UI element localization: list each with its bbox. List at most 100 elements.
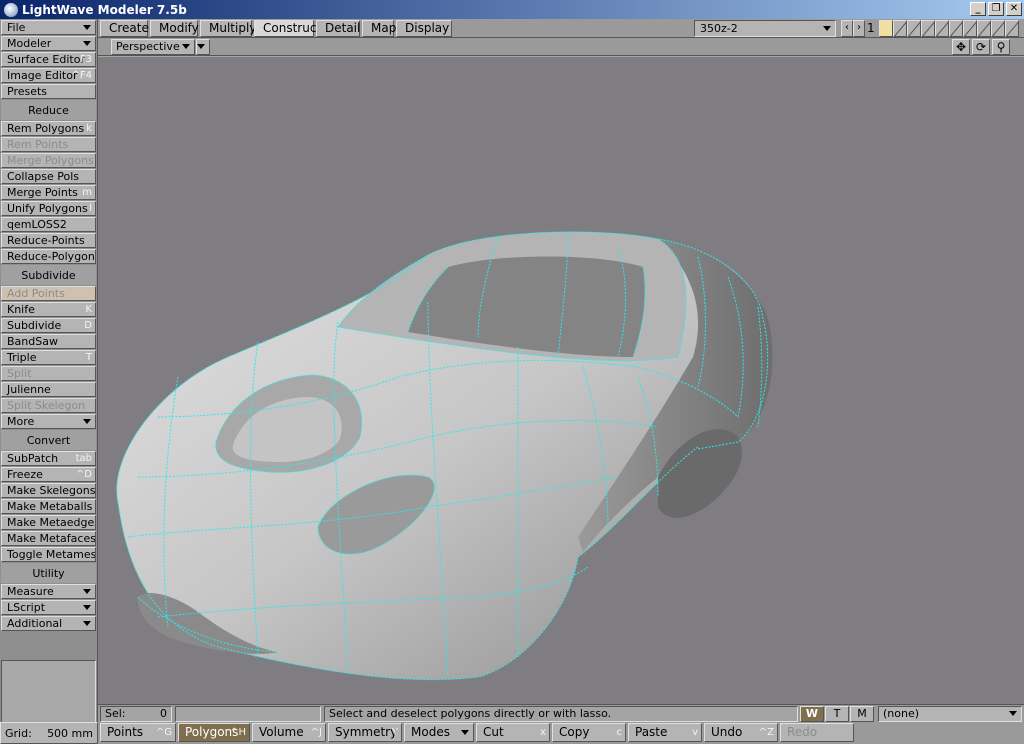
window-title: LightWave Modeler 7.5b [22,2,187,17]
rotate-view-icon[interactable]: ⟳ [972,39,990,55]
tab-detail[interactable]: Detail [316,20,360,37]
volume-mode-button[interactable]: Volume ^J [252,723,326,742]
more-menu[interactable]: More [1,414,96,429]
status-bar: Sel: 0 Select and deselect polygons dire… [98,704,1024,722]
tab-modify[interactable]: Modify [150,20,199,37]
layer-button[interactable] [921,20,935,37]
view-type-select[interactable]: Perspective [111,39,195,55]
layer-button[interactable] [893,20,907,37]
sidebar-item-label: Add Points [7,287,65,300]
image-editor-button[interactable]: Image Editor ^F4 [1,68,96,83]
layer-button[interactable] [935,20,949,37]
move-view-icon[interactable]: ✥ [952,39,970,55]
viewport-header: Perspective ✥ ⟳ ⚲ [98,38,1024,56]
layer-button[interactable] [879,20,893,37]
tab-multiply[interactable]: Multiply [200,20,256,37]
reduce-points-button[interactable]: Reduce-Points [1,233,96,248]
sidebar-item-label: Image Editor [7,69,78,82]
morph-map-button[interactable]: M [850,706,874,722]
sidebar-item-label: Modeler [7,37,52,50]
layer-button[interactable] [1005,20,1019,37]
symmetry-button[interactable]: Symmetry Y [328,723,402,742]
tab-map[interactable]: Map [362,20,396,37]
measure-menu[interactable]: Measure [1,584,96,599]
unify-polygons-button[interactable]: Unify Polygons l [1,201,96,216]
merge-points-button[interactable]: Merge Points m [1,185,96,200]
prev-layer-button[interactable]: ‹ [841,20,853,37]
reduce-polygons-button[interactable]: Reduce-Polygons [1,249,96,264]
make-skelegons-button[interactable]: Make Skelegons [1,483,96,498]
viewport-layout-value: 350z-2 [700,22,738,35]
shortcut-key: K [85,304,92,315]
zoom-view-icon[interactable]: ⚲ [992,39,1010,55]
presets-button[interactable]: Presets [1,84,96,99]
modes-menu[interactable]: Modes [404,723,474,742]
shortcut-key: Y [391,727,398,738]
close-button[interactable]: ✕ [1006,2,1022,16]
redo-button: Redo [780,723,854,742]
view-options-dropdown[interactable] [196,39,210,55]
layer-button[interactable] [977,20,991,37]
shortcut-key: ^D [75,469,92,480]
shortcut-key: F3 [79,54,92,65]
lscript-menu[interactable]: LScript [1,600,96,615]
julienne-button[interactable]: Julienne [1,382,96,397]
subpatch-button[interactable]: SubPatch tab [1,451,96,466]
subdivide-header: Subdivide [1,265,96,285]
sidebar-item-label: Julienne [7,383,51,396]
merge-polygons-button: Merge Polygons [1,153,96,168]
surface-editor-button[interactable]: Surface Editor F3 [1,52,96,67]
tab-display[interactable]: Display [396,20,452,37]
layer-button[interactable] [991,20,1005,37]
button-label: Undo [711,725,743,739]
perspective-viewport[interactable] [98,57,1024,704]
sidebar-item-label: Toggle Metamesh [7,548,96,561]
cut-button[interactable]: Cut x [476,723,550,742]
collapse-pols-button[interactable]: Collapse Pols [1,169,96,184]
undo-button[interactable]: Undo ^Z [704,723,778,742]
make-metaballs-button[interactable]: Make Metaballs [1,499,96,514]
paste-button[interactable]: Paste v [628,723,702,742]
polygons-mode-button[interactable]: Polygons ^H [178,723,250,742]
view-type-value: Perspective [116,40,180,53]
sidebar-item-label: Presets [7,85,48,98]
rem-polygons-button[interactable]: Rem Polygons k [1,121,96,136]
layer-number: 1 [867,21,875,35]
triple-button[interactable]: Triple T [1,350,96,365]
file-menu[interactable]: File [1,20,96,35]
freeze-button[interactable]: Freeze ^D [1,467,96,482]
layer-button[interactable] [963,20,977,37]
subdivide-button[interactable]: Subdivide D [1,318,96,333]
additional-menu[interactable]: Additional [1,616,96,631]
points-mode-button[interactable]: Points ^G [100,723,176,742]
toggle-metamesh-button[interactable]: Toggle Metamesh [1,547,96,562]
minimize-button[interactable]: _ [970,2,986,16]
bandsaw-button[interactable]: BandSaw [1,334,96,349]
copy-button[interactable]: Copy c [552,723,626,742]
title-bar: LightWave Modeler 7.5b _ ❐ ✕ [0,0,1024,19]
sel-label: Sel: [105,707,126,720]
shortcut-key: ^F4 [71,70,93,81]
texture-map-button[interactable]: T [825,706,849,722]
make-metafaces-button[interactable]: Make Metafaces [1,531,96,546]
weight-map-button[interactable]: W [800,706,824,722]
button-label: Symmetry [335,725,398,739]
sidebar-item-label: Reduce-Polygons [7,250,96,263]
make-metaedges-button[interactable]: Make Metaedges [1,515,96,530]
shortcut-key: ^G [155,727,172,738]
viewport-layout-select[interactable]: 350z-2 [694,20,836,37]
next-layer-button[interactable]: › [853,20,865,37]
qemloss2-button[interactable]: qemLOSS2 [1,217,96,232]
modeler-menu[interactable]: Modeler [1,36,96,51]
tab-create[interactable]: Create [100,20,149,37]
layer-button[interactable] [907,20,921,37]
tab-construct[interactable]: Construct [254,20,321,37]
restore-button[interactable]: ❐ [988,2,1004,16]
grid-size-display: Grid: 500 mm [0,722,98,744]
sidebar-item-label: Subdivide [7,319,62,332]
knife-button[interactable]: Knife K [1,302,96,317]
layer-button[interactable] [949,20,963,37]
sidebar-item-label: BandSaw [7,335,58,348]
sel-count: 0 [160,707,167,720]
vertex-map-select[interactable]: (none) [878,706,1022,722]
